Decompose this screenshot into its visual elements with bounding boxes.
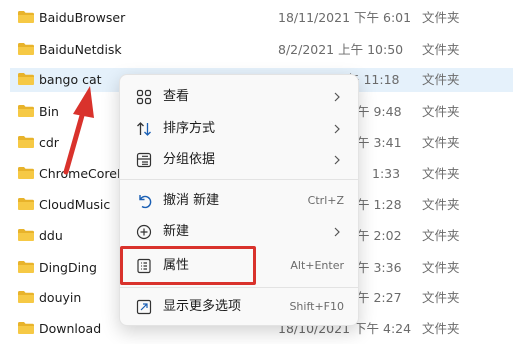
file-name: BaiduNetdisk [39,42,122,57]
folder-icon [18,11,34,23]
file-date: 午 9:48 [357,104,402,119]
file-date: 午 1:28 [357,197,402,212]
file-type: 文件夹 [422,72,460,87]
grid-view-icon [136,89,152,105]
show-more-options-icon [136,299,152,315]
file-type: 文件夹 [422,290,460,305]
folder-icon [18,198,34,210]
annotation-highlight-box [120,246,256,285]
file-date: 午 3:41 [357,135,402,150]
menu-item-label: 分组依据 [163,152,216,167]
file-name: cdr [39,135,59,150]
file-row-baidubrowser[interactable]: BaiduBrowser 18/11/2021 下午 6:01 文件夹 [10,6,513,30]
menu-item-show-more-options[interactable]: 显示更多选项 Shift+F10 [124,293,354,321]
menu-item-label: 查看 [163,89,190,104]
menu-item-shortcut: Alt+Enter [290,259,344,272]
folder-icon [18,229,34,241]
file-type: 文件夹 [422,197,460,212]
file-type: 文件夹 [422,321,460,336]
menu-item-shortcut: Shift+F10 [289,300,344,313]
menu-item-label: 新建 [163,224,190,239]
context-menu: 查看 排序方式 分组依据 撤消 新建 Ctrl+Z 新建 属性 Alt+Ente… [119,74,359,326]
group-by-icon [136,152,152,168]
folder-icon [18,43,34,55]
file-type: 文件夹 [422,10,460,25]
file-name: Download [39,321,102,336]
folder-icon [18,136,34,148]
folder-icon [18,73,34,85]
menu-item-shortcut: Ctrl+Z [307,194,344,207]
folder-icon [18,167,34,179]
menu-item-label: 撤消 新建 [163,193,220,208]
file-type: 文件夹 [422,135,460,150]
file-name: Bin [39,104,59,119]
file-type: 文件夹 [422,260,460,275]
file-name: DingDing [39,260,97,275]
file-date: 午 3:36 [357,260,402,275]
file-name: bango cat [39,72,102,87]
file-type: 文件夹 [422,166,460,181]
file-name: ddu [39,228,63,243]
file-row-baidunetdisk[interactable]: BaiduNetdisk 8/2/2021 上午 10:50 文件夹 [10,38,513,62]
chevron-right-icon [334,92,340,102]
menu-item-view[interactable]: 查看 [124,83,354,111]
file-type: 文件夹 [422,104,460,119]
folder-icon [18,291,34,303]
menu-item-label: 排序方式 [163,121,216,136]
menu-item-sort-by[interactable]: 排序方式 [124,115,354,143]
file-name: CloudMusic [39,197,111,212]
file-name: BaiduBrowser [39,10,126,25]
file-name: douyin [39,290,82,305]
file-date: 午 2:02 [357,228,402,243]
file-name: ChromeCoreD [39,166,127,181]
menu-item-group-by[interactable]: 分组依据 [124,146,354,174]
folder-icon [18,322,34,334]
file-date: 1:33 [372,166,401,181]
menu-item-new[interactable]: 新建 [124,218,354,246]
menu-separator [120,179,358,180]
file-date: 午 2:27 [357,290,402,305]
menu-separator [120,287,358,288]
chevron-right-icon [334,227,340,237]
file-type: 文件夹 [422,228,460,243]
chevron-right-icon [334,155,340,165]
menu-item-label: 显示更多选项 [163,299,242,314]
menu-item-undo-new[interactable]: 撤消 新建 Ctrl+Z [124,187,354,215]
undo-icon [136,193,152,209]
file-date: 18/11/2021 下午 6:01 [278,10,412,25]
folder-icon [18,105,34,117]
file-date: 8/2/2021 上午 10:50 [278,42,404,57]
chevron-right-icon [334,124,340,134]
new-plus-icon [136,224,152,240]
file-type: 文件夹 [422,42,460,57]
sort-icon [136,121,152,137]
folder-icon [18,261,34,273]
